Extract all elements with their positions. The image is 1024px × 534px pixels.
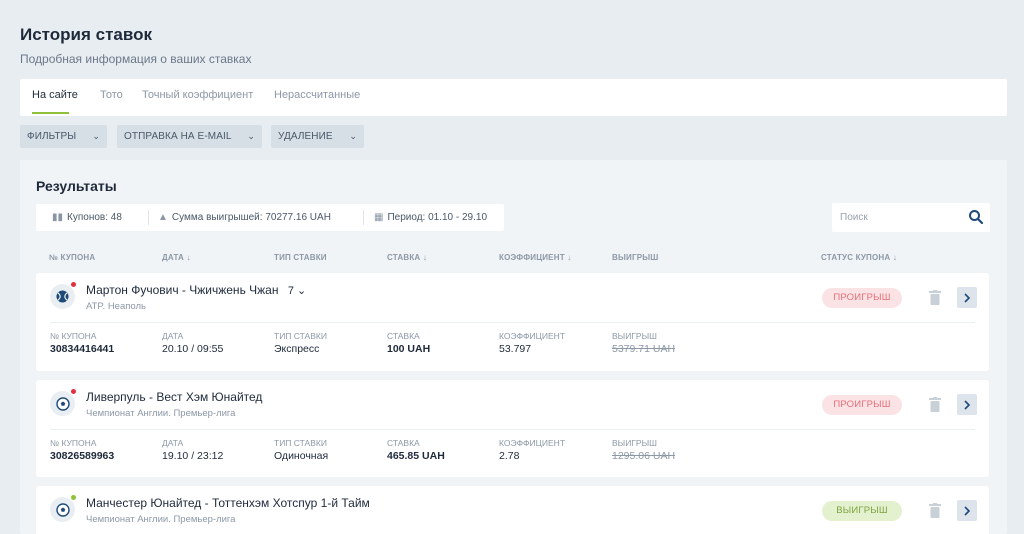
search-icon[interactable] bbox=[968, 209, 984, 225]
open-coupon-button[interactable] bbox=[957, 287, 977, 308]
tab-unsettled[interactable]: Нерассчитанные bbox=[274, 89, 360, 101]
col-header-coupon: № КУПОНА bbox=[49, 253, 96, 262]
chevron-down-icon: ⌄ bbox=[92, 131, 100, 141]
active-tab-underline bbox=[32, 112, 69, 114]
win-value: 5379.71 UAH bbox=[612, 343, 676, 355]
event-name[interactable]: Манчестер Юнайтед - Тоттенхэм Хотспур 1-… bbox=[86, 496, 370, 510]
win-label: ВЫИГРЫШ bbox=[612, 331, 657, 341]
results-title: Результаты bbox=[36, 178, 117, 194]
col-header-type: ТИП СТАВКИ bbox=[274, 253, 327, 262]
results-panel: Результаты ▮▮ Купонов: 48 ▲ Сумма выигрыше… bbox=[20, 160, 1007, 534]
coef-label: КОЭФФИЦИЕНТ bbox=[499, 331, 566, 341]
summary-divider bbox=[363, 210, 364, 225]
event-league: ATP. Неаполь bbox=[86, 301, 146, 312]
card-divider bbox=[50, 429, 975, 430]
delete-button-label: УДАЛЕНИЕ bbox=[278, 131, 333, 142]
trash-icon[interactable] bbox=[929, 397, 941, 412]
date-value: 20.10 / 09:55 bbox=[162, 343, 224, 355]
money-bag-icon: ▲ bbox=[158, 212, 168, 223]
period: ▦ Период: 01.10 - 29.10 bbox=[374, 212, 488, 223]
coef-label: КОЭФФИЦИЕНТ bbox=[499, 438, 566, 448]
trash-icon[interactable] bbox=[929, 503, 941, 518]
coupon-no-label: № КУПОНА bbox=[50, 331, 97, 341]
col-header-date[interactable]: ДАТА ↓ bbox=[162, 253, 191, 262]
tennis-ball-icon bbox=[56, 290, 69, 303]
col-header-status[interactable]: СТАТУС КУПОНА ↓ bbox=[821, 253, 897, 262]
type-value: Одиночная bbox=[274, 450, 329, 462]
win-label: ВЫИГРЫШ bbox=[612, 438, 657, 448]
lose-dot bbox=[71, 389, 76, 394]
stake-label: СТАВКА bbox=[387, 331, 420, 341]
event-name[interactable]: Мартон Фучович - Чжичжень Чжан 7 ⌄ bbox=[86, 283, 306, 297]
win-dot bbox=[71, 495, 76, 500]
sport-icon-circle bbox=[50, 497, 75, 522]
coupon-card[interactable]: Манчестер Юнайтед - Тоттенхэм Хотспур 1-… bbox=[36, 486, 989, 534]
chevron-right-icon bbox=[964, 399, 971, 410]
search-input[interactable] bbox=[840, 210, 960, 225]
filters-button-label: ФИЛЬТРЫ bbox=[27, 131, 77, 142]
col-header-coef[interactable]: КОЭФФИЦИЕНТ ↓ bbox=[499, 253, 571, 262]
win-value: 1295.06 UAH bbox=[612, 450, 676, 462]
soccer-ball-icon bbox=[55, 396, 70, 411]
ticket-icon: ▮▮ bbox=[52, 212, 64, 223]
chevron-down-icon: ⌄ bbox=[247, 131, 255, 141]
coupon-no-value: 30826589963 bbox=[50, 450, 115, 462]
page-title: История ставок bbox=[20, 25, 152, 44]
coef-value: 53.797 bbox=[499, 343, 532, 355]
date-value: 19.10 / 23:12 bbox=[162, 450, 224, 462]
tab-exact-coef[interactable]: Точный коэффициент bbox=[142, 89, 253, 101]
stake-value: 100 UAH bbox=[387, 343, 431, 355]
calendar-icon: ▦ bbox=[374, 212, 384, 223]
soccer-ball-icon bbox=[55, 502, 70, 517]
filters-button[interactable]: ФИЛЬТРЫ ⌄ bbox=[20, 125, 107, 148]
event-league: Чемпионат Англии. Премьер-лига bbox=[86, 514, 236, 525]
open-coupon-button[interactable] bbox=[957, 500, 977, 521]
coupon-count: ▮▮ Купонов: 48 bbox=[52, 212, 122, 223]
open-coupon-button[interactable] bbox=[957, 394, 977, 415]
event-league: Чемпионат Англии. Премьер-лига bbox=[86, 408, 236, 419]
coef-value: 2.78 bbox=[499, 450, 520, 462]
col-header-stake[interactable]: СТАВКА ↓ bbox=[387, 253, 427, 262]
tab-on-site[interactable]: На сайте bbox=[32, 89, 78, 101]
email-button[interactable]: ОТПРАВКА НА E-MAIL ⌄ bbox=[117, 125, 262, 148]
chevron-right-icon bbox=[964, 505, 971, 516]
results-summary: ▮▮ Купонов: 48 ▲ Сумма выигрышей: 70277.16… bbox=[36, 204, 504, 231]
delete-button[interactable]: УДАЛЕНИЕ ⌄ bbox=[271, 125, 364, 148]
stake-label: СТАВКА bbox=[387, 438, 420, 448]
coupon-card[interactable]: Ливерпуль - Вест Хэм Юнайтед Чемпионат А… bbox=[36, 380, 989, 477]
trash-icon[interactable] bbox=[929, 290, 941, 305]
date-label: ДАТА bbox=[162, 438, 184, 448]
coupon-no-label: № КУПОНА bbox=[50, 438, 97, 448]
page-subtitle: Подробная информация о ваших ставках bbox=[20, 52, 252, 66]
card-divider bbox=[50, 322, 975, 323]
event-count[interactable]: 7 ⌄ bbox=[288, 285, 306, 297]
lose-dot bbox=[71, 282, 76, 287]
tab-bar: На сайте Тото Точный коэффициент Нерассч… bbox=[20, 79, 1007, 116]
chevron-right-icon bbox=[964, 292, 971, 303]
bet-history-page: История ставок Подробная информация о ва… bbox=[0, 0, 1024, 534]
status-badge: ПРОИГРЫШ bbox=[822, 395, 902, 415]
type-label: ТИП СТАВКИ bbox=[274, 331, 327, 341]
stake-value: 465.85 UAH bbox=[387, 450, 445, 462]
coupon-no-value: 30834416441 bbox=[50, 343, 115, 355]
col-header-win: ВЫИГРЫШ bbox=[612, 253, 659, 262]
status-badge: ВЫИГРЫШ bbox=[822, 501, 902, 521]
summary-divider bbox=[148, 210, 149, 225]
sport-icon-circle bbox=[50, 284, 75, 309]
status-badge: ПРОИГРЫШ bbox=[822, 288, 902, 308]
winnings-sum: ▲ Сумма выигрышей: 70277.16 UAH bbox=[158, 212, 331, 223]
sport-icon-circle bbox=[50, 391, 75, 416]
event-name[interactable]: Ливерпуль - Вест Хэм Юнайтед bbox=[86, 390, 262, 404]
type-value: Экспресс bbox=[274, 343, 320, 355]
coupon-card[interactable]: Мартон Фучович - Чжичжень Чжан 7 ⌄ ATP. … bbox=[36, 273, 989, 371]
search-box bbox=[832, 203, 990, 232]
date-label: ДАТА bbox=[162, 331, 184, 341]
tab-toto[interactable]: Тото bbox=[100, 89, 123, 101]
chevron-down-icon: ⌄ bbox=[349, 131, 357, 141]
email-button-label: ОТПРАВКА НА E-MAIL bbox=[124, 131, 232, 142]
type-label: ТИП СТАВКИ bbox=[274, 438, 327, 448]
